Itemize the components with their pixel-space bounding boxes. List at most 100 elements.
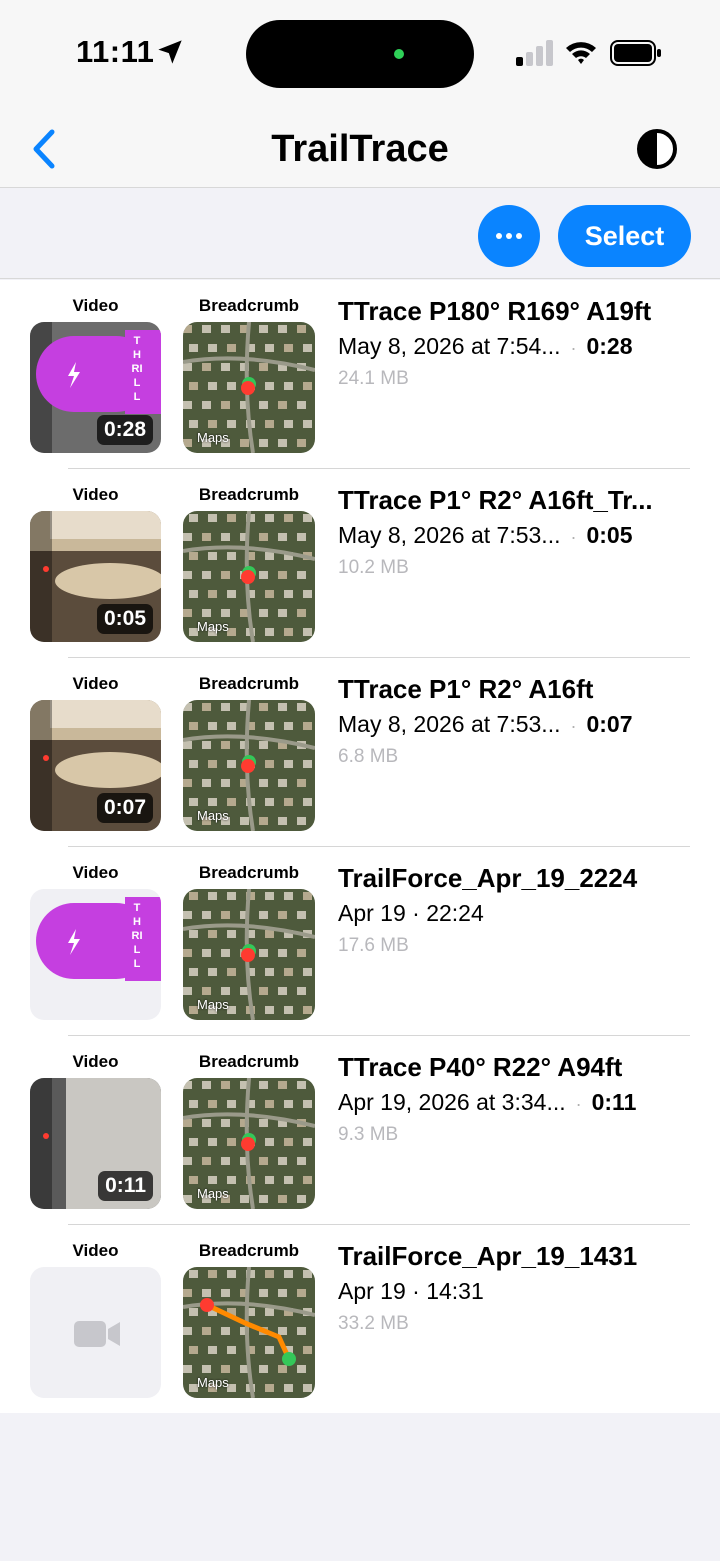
recording-meta: May 8, 2026 at 7:54... · 0:28 [338,333,678,360]
video-thumbnail[interactable]: 0:07 [30,700,161,831]
thrill-letter-text: H [133,916,141,928]
video-column-label: Video [72,296,119,315]
maps-attribution: Maps [197,619,229,634]
thrill-letter-text: RI [132,363,143,375]
breadcrumb-column-label: Breadcrumb [198,863,300,882]
recording-title: TTrace P1° R2° A16ft_Tr... [338,485,653,515]
more-options-button[interactable] [478,205,540,267]
recording-duration: 0:11 [591,1089,637,1115]
dynamic-island [246,20,474,88]
recording-meta: Apr 19, 2026 at 3:34... · 0:11 [338,1089,678,1116]
video-thumbnail[interactable]: T H RI L L 0:28 [30,322,161,453]
start-marker-icon [200,1298,214,1312]
thrill-letter-text: L [134,958,141,970]
start-marker-icon [241,570,255,584]
ellipsis-icon [496,233,522,239]
recording-row[interactable]: Video Breadcrumb T H RI L L 0:28 Maps TTrace P180… [0,280,720,469]
location-arrow-icon [158,40,182,64]
breadcrumb-thumbnail[interactable]: Maps [183,511,315,642]
breadcrumb-column-label: Breadcrumb [198,1052,300,1071]
video-thumbnail[interactable]: 0:11 [30,1078,161,1209]
recording-file-size: 33.2 MB [338,1313,409,1334]
maps-attribution: Maps [197,430,229,445]
recording-file-size: 9.3 MB [338,1124,399,1145]
recording-title: TrailForce_Apr_19_1431 [338,1241,638,1271]
thrill-letter-text: L [134,377,141,389]
video-column-label: Video [72,863,119,882]
separator-dot: · [575,1094,582,1114]
recording-row[interactable]: Video Breadcrumb T H RI L L Maps TrailForce_Apr_… [0,847,720,1036]
video-thumbnail[interactable] [30,1267,161,1398]
cellular-signal-icon [516,40,553,66]
recording-duration: 0:07 [586,711,633,737]
breadcrumb-thumbnail[interactable]: Maps [183,1078,315,1209]
recording-file-size: 10.2 MB [338,557,409,578]
recording-info: TTrace P40° R22° A94ft Apr 19, 2026 at 3:… [338,1052,700,1146]
recording-file-size: 17.6 MB [338,935,409,956]
recording-date: Apr 19 · 22:24 [338,900,484,926]
breadcrumb-thumbnail[interactable]: Maps [183,322,315,453]
recording-duration: 0:05 [586,522,633,548]
video-column-label: Video [72,1241,119,1260]
video-column-label: Video [72,485,119,504]
thrill-letter-text: T [134,335,141,347]
duration-badge: 0:11 [98,1171,153,1201]
recording-date: May 8, 2026 at 7:54... [338,333,561,359]
recording-file-size: 6.8 MB [338,746,399,767]
video-thumbnail[interactable]: T H RI L L [30,889,161,1020]
video-column-label: Video [72,1052,119,1071]
maps-attribution: Maps [197,997,229,1012]
status-time: 11:11 [76,34,155,69]
breadcrumb-column-label: Breadcrumb [198,1241,300,1260]
page-title: TrailTrace [271,128,449,170]
select-button[interactable]: Select [558,205,691,267]
recording-meta: May 8, 2026 at 7:53... · 0:07 [338,711,678,738]
recording-info: TTrace P180° R169° A19ft May 8, 2026 at 7… [338,296,700,390]
camera-indicator-icon [394,49,404,59]
recording-info: TrailForce_Apr_19_1431 Apr 19 · 14:31 33.2… [338,1241,700,1335]
thrill-letter-text: H [133,349,141,361]
start-marker-icon [241,381,255,395]
start-marker-icon [241,948,255,962]
wifi-icon [566,42,596,64]
recording-file-size: 24.1 MB [338,368,409,389]
recording-date: May 8, 2026 at 7:53... [338,711,561,737]
duration-badge: 0:07 [96,793,153,823]
battery-icon [610,40,661,66]
breadcrumb-column-label: Breadcrumb [198,485,300,504]
video-column-label: Video [72,674,119,693]
recording-meta: Apr 19 · 14:31 [338,1278,678,1305]
end-marker-icon [282,1352,296,1366]
recording-row[interactable]: Video Breadcrumb 0:05 Maps TTrace P1° R2° A1… [0,469,720,658]
appearance-toggle-icon[interactable] [636,128,678,170]
maps-attribution: Maps [197,1186,229,1201]
thrill-letter-text: T [134,902,141,914]
start-marker-icon [241,759,255,773]
video-thumbnail-image: TH RI LL [30,889,161,1020]
duration-badge: 0:05 [96,604,153,634]
recording-row[interactable]: Video Breadcrumb 0:11 Maps TTrace P40° R22° … [0,1036,720,1225]
recording-date: May 8, 2026 at 7:53... [338,522,561,548]
thrill-letter-text: L [134,944,141,956]
separator-dot: · [570,527,577,547]
thrill-letter-text: L [134,391,141,403]
separator-dot: · [570,338,577,358]
recording-date: Apr 19, 2026 at 3:34... [338,1089,566,1115]
duration-badge: 0:28 [96,415,153,445]
recording-title: TrailForce_Apr_19_2224 [338,863,638,893]
recording-duration: 0:28 [586,333,633,359]
recording-title: TTrace P180° R169° A19ft [338,296,652,326]
recording-meta: Apr 19 · 22:24 [338,900,678,927]
recording-row[interactable]: Video Breadcrumb Maps TrailForce_Apr_19_143… [0,1225,720,1414]
recording-row[interactable]: Video Breadcrumb 0:07 Maps TTrace P1° R2° A1… [0,658,720,847]
breadcrumb-thumbnail[interactable]: Maps [183,889,315,1020]
video-thumbnail[interactable]: 0:05 [30,511,161,642]
breadcrumb-thumbnail[interactable]: Maps [183,1267,315,1398]
recording-date: Apr 19 · 14:31 [338,1278,484,1304]
recording-info: TrailForce_Apr_19_2224 Apr 19 · 22:24 17.6… [338,863,700,957]
recording-info: TTrace P1° R2° A16ft May 8, 2026 at 7:53.… [338,674,700,768]
thrill-letter-text: RI [132,930,143,942]
breadcrumb-thumbnail[interactable]: Maps [183,700,315,831]
recording-info: TTrace P1° R2° A16ft_Tr... May 8, 2026 at… [338,485,700,579]
status-bar: 11:11 [0,0,720,110]
